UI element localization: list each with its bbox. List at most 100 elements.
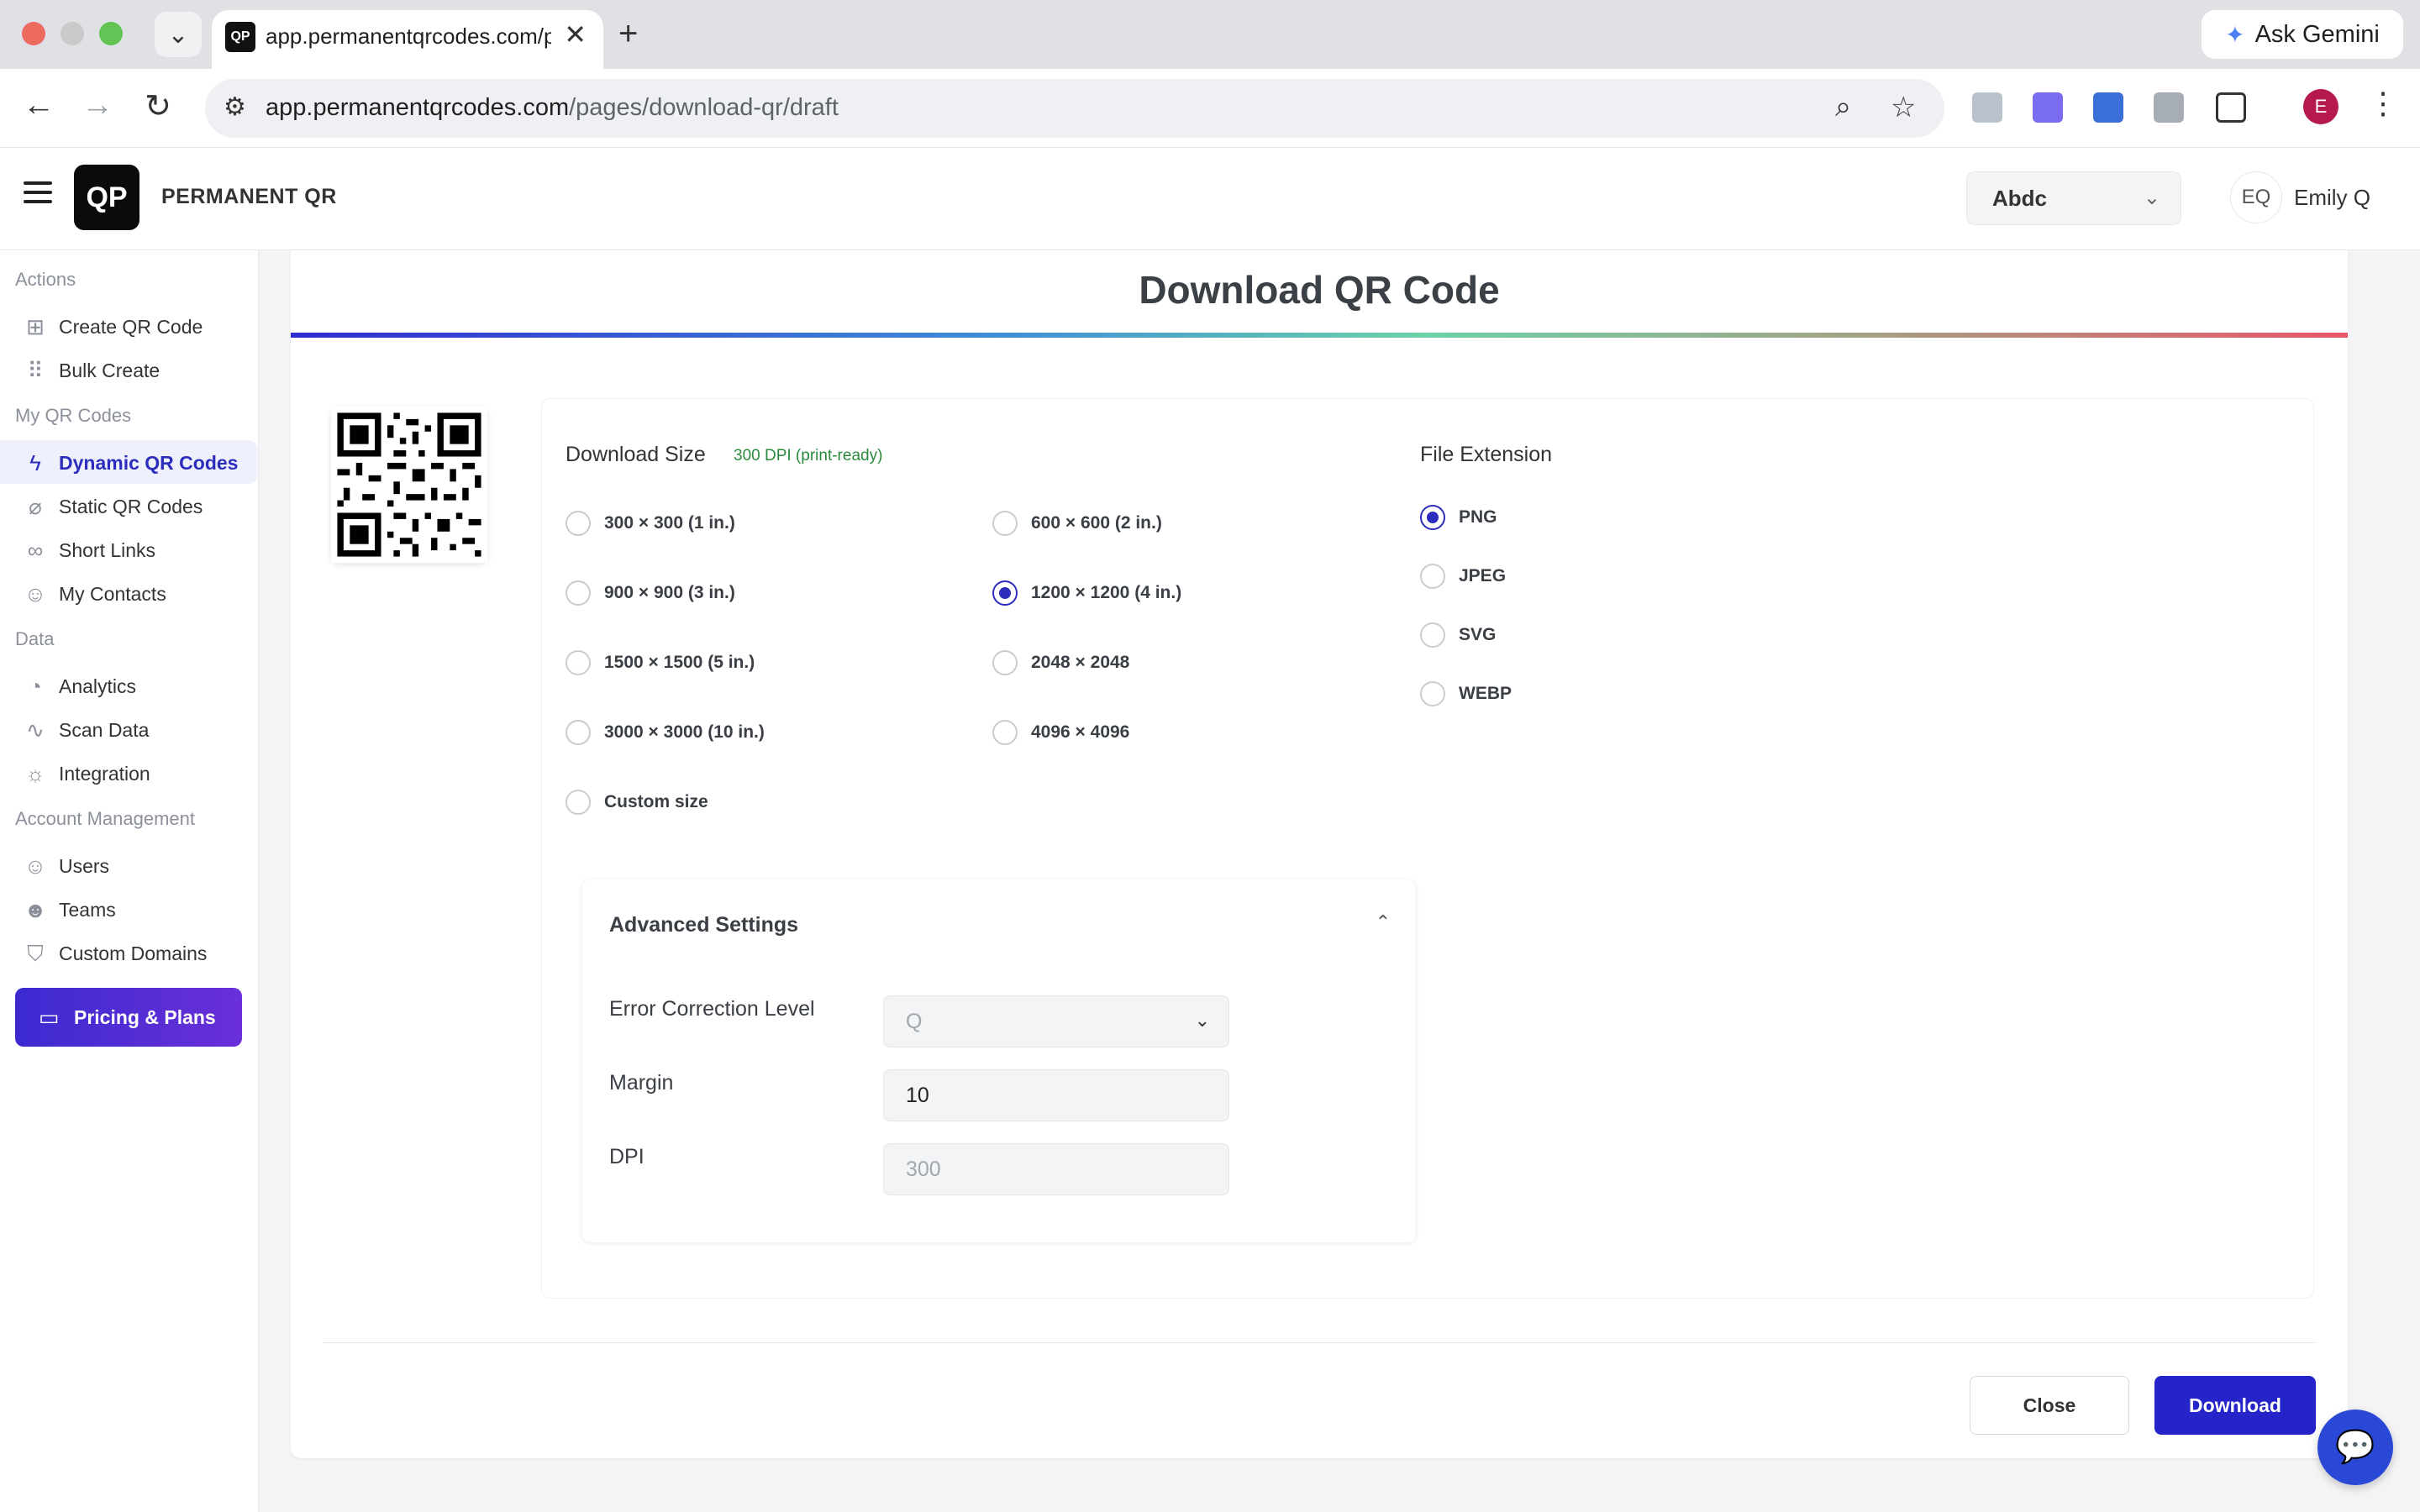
sidebar-item-create-qr[interactable]: ⊞ Create QR Code: [0, 304, 257, 348]
ext-label-jpeg[interactable]: JPEG: [1459, 566, 1506, 586]
size-label-1200[interactable]: 1200 × 1200 (4 in.): [1031, 583, 1181, 603]
credit-card-icon: ▭: [39, 1005, 60, 1030]
size-label-300[interactable]: 300 × 300 (1 in.): [604, 513, 735, 533]
download-button[interactable]: Download: [2154, 1376, 2316, 1435]
advanced-settings-toggle[interactable]: Advanced Settings: [609, 913, 798, 937]
pricing-plans-button[interactable]: ▭ Pricing & Plans: [15, 988, 242, 1047]
sidebar-item-my-contacts[interactable]: ☺ My Contacts: [0, 571, 257, 615]
sidebar-item-bulk-create[interactable]: ⠿ Bulk Create: [0, 348, 257, 391]
hamburger-menu-icon[interactable]: [24, 181, 52, 203]
chevron-down-icon: ⌄: [2143, 186, 2160, 209]
chat-bubble-icon[interactable]: 💬: [2317, 1410, 2393, 1485]
ask-gemini-button[interactable]: ✦ Ask Gemini: [2202, 10, 2403, 59]
size-label-4096[interactable]: 4096 × 4096: [1031, 722, 1129, 743]
extension-chart-icon[interactable]: [2093, 92, 2123, 123]
browser-menu-icon[interactable]: ⋮: [2368, 86, 2398, 121]
size-radio-300[interactable]: [566, 511, 591, 536]
ext-label-svg[interactable]: SVG: [1459, 625, 1496, 645]
profile-avatar[interactable]: E: [2303, 89, 2338, 124]
sidebar-item-integration[interactable]: ☼ Integration: [0, 751, 257, 795]
extension-camera-icon[interactable]: [2154, 92, 2184, 123]
size-radio-4096[interactable]: [992, 720, 1018, 745]
footer-divider: [323, 1342, 2316, 1343]
browser-tab-strip: ⌄ QP app.permanentqrcodes.com/p ✕ + ✦ As…: [0, 0, 2420, 71]
brand-name: PERMANENT QR: [161, 185, 337, 208]
error-correction-value: Q: [906, 1010, 923, 1033]
extension-d-icon[interactable]: [2033, 92, 2063, 123]
size-label-3000[interactable]: 3000 × 3000 (10 in.): [604, 722, 765, 743]
ext-label-webp[interactable]: WEBP: [1459, 684, 1512, 704]
sidebar-item-users[interactable]: ☺ Users: [0, 843, 257, 887]
extensions-puzzle-icon[interactable]: [2216, 92, 2246, 123]
sidebar-item-scan-data[interactable]: ∿ Scan Data: [0, 707, 257, 751]
sidebar: Actions ⊞ Create QR Code ⠿ Bulk Create M…: [0, 250, 259, 1512]
close-button[interactable]: Close: [1970, 1376, 2129, 1435]
tab-close-icon[interactable]: ✕: [564, 18, 587, 50]
sidebar-item-dynamic-qr[interactable]: ϟ Dynamic QR Codes: [0, 440, 257, 484]
forward-arrow-icon[interactable]: →: [77, 87, 118, 123]
sidebar-item-teams[interactable]: ☻ Teams: [0, 887, 257, 931]
size-radio-900[interactable]: [566, 580, 591, 606]
sidebar-item-static-qr[interactable]: ⌀ Static QR Codes: [0, 484, 257, 528]
size-radio-1200[interactable]: [992, 580, 1018, 606]
margin-label: Margin: [609, 1071, 674, 1095]
ext-radio-png[interactable]: [1420, 505, 1445, 530]
minimize-window-button[interactable]: [60, 22, 84, 45]
size-label-2048[interactable]: 2048 × 2048: [1031, 653, 1129, 673]
close-window-button[interactable]: [22, 22, 45, 45]
section-data: Data: [15, 628, 55, 649]
size-label-custom[interactable]: Custom size: [604, 792, 708, 812]
bookmark-star-icon[interactable]: ☆: [1891, 91, 1916, 124]
ext-radio-svg[interactable]: [1420, 622, 1445, 648]
sidebar-item-label: Scan Data: [59, 719, 150, 741]
ask-gemini-label: Ask Gemini: [2254, 20, 2380, 48]
workspace-select[interactable]: Abdc ⌄: [1966, 171, 2181, 225]
site-settings-icon[interactable]: ⚙: [224, 92, 246, 122]
new-tab-button[interactable]: +: [618, 15, 638, 53]
sidebar-item-label: Analytics: [59, 675, 137, 697]
user-plus-icon: ☺: [24, 853, 47, 879]
size-radio-1500[interactable]: [566, 650, 591, 675]
page-title: Download QR Code: [1139, 268, 1500, 312]
chevron-up-icon[interactable]: ⌃: [1376, 911, 1391, 933]
qr-code-preview: [331, 407, 487, 563]
qr-code-image: [331, 407, 487, 563]
size-radio-600[interactable]: [992, 511, 1018, 536]
size-radio-2048[interactable]: [992, 650, 1018, 675]
reload-icon[interactable]: ↻: [138, 87, 178, 125]
chevron-down-icon: ⌄: [167, 20, 189, 49]
size-label-1500[interactable]: 1500 × 1500 (5 in.): [604, 653, 755, 673]
size-radio-3000[interactable]: [566, 720, 591, 745]
app-header: QP PERMANENT QR Abdc ⌄ EQ Emily Q: [0, 148, 2420, 250]
bolt-off-icon: ⌀: [29, 494, 42, 519]
sidebar-item-short-links[interactable]: ∞ Short Links: [0, 528, 257, 571]
link-icon: ∞: [27, 538, 44, 563]
user-avatar[interactable]: EQ: [2230, 171, 2282, 223]
ext-radio-jpeg[interactable]: [1420, 564, 1445, 589]
sidebar-item-label: Users: [59, 855, 110, 877]
sidebar-item-custom-domains[interactable]: ⛉ Custom Domains: [0, 931, 257, 974]
address-bar[interactable]: ⚙ app.permanentqrcodes.com/pages/downloa…: [205, 79, 1944, 138]
plus-square-icon: ⊞: [26, 314, 45, 339]
sidebar-item-label: Teams: [59, 899, 116, 921]
margin-input[interactable]: 10: [883, 1069, 1229, 1121]
user-name[interactable]: Emily Q: [2294, 185, 2370, 211]
gradient-divider: [291, 333, 2348, 338]
tab-search-button[interactable]: ⌄: [155, 12, 202, 57]
advanced-settings-panel: Advanced Settings ⌃ Error Correction Lev…: [582, 879, 1416, 1242]
zoom-icon[interactable]: ⌕: [1835, 91, 1851, 123]
size-radio-custom[interactable]: [566, 790, 591, 815]
ext-label-png[interactable]: PNG: [1459, 507, 1497, 528]
ext-radio-webp[interactable]: [1420, 681, 1445, 706]
extension-cast-icon[interactable]: [1972, 92, 2002, 123]
back-arrow-icon[interactable]: ←: [18, 87, 59, 123]
brand-logo[interactable]: QP: [74, 165, 139, 230]
maximize-window-button[interactable]: [99, 22, 123, 45]
size-label-600[interactable]: 600 × 600 (2 in.): [1031, 513, 1162, 533]
error-correction-select[interactable]: Q ⌄: [883, 995, 1229, 1047]
sidebar-item-analytics[interactable]: ◔ Analytics: [0, 664, 257, 707]
url-text: app.permanentqrcodes.com/pages/download-…: [266, 94, 839, 121]
active-tab[interactable]: QP app.permanentqrcodes.com/p ✕: [212, 10, 603, 71]
size-label-900[interactable]: 900 × 900 (3 in.): [604, 583, 735, 603]
dpi-input[interactable]: 300: [883, 1143, 1229, 1195]
